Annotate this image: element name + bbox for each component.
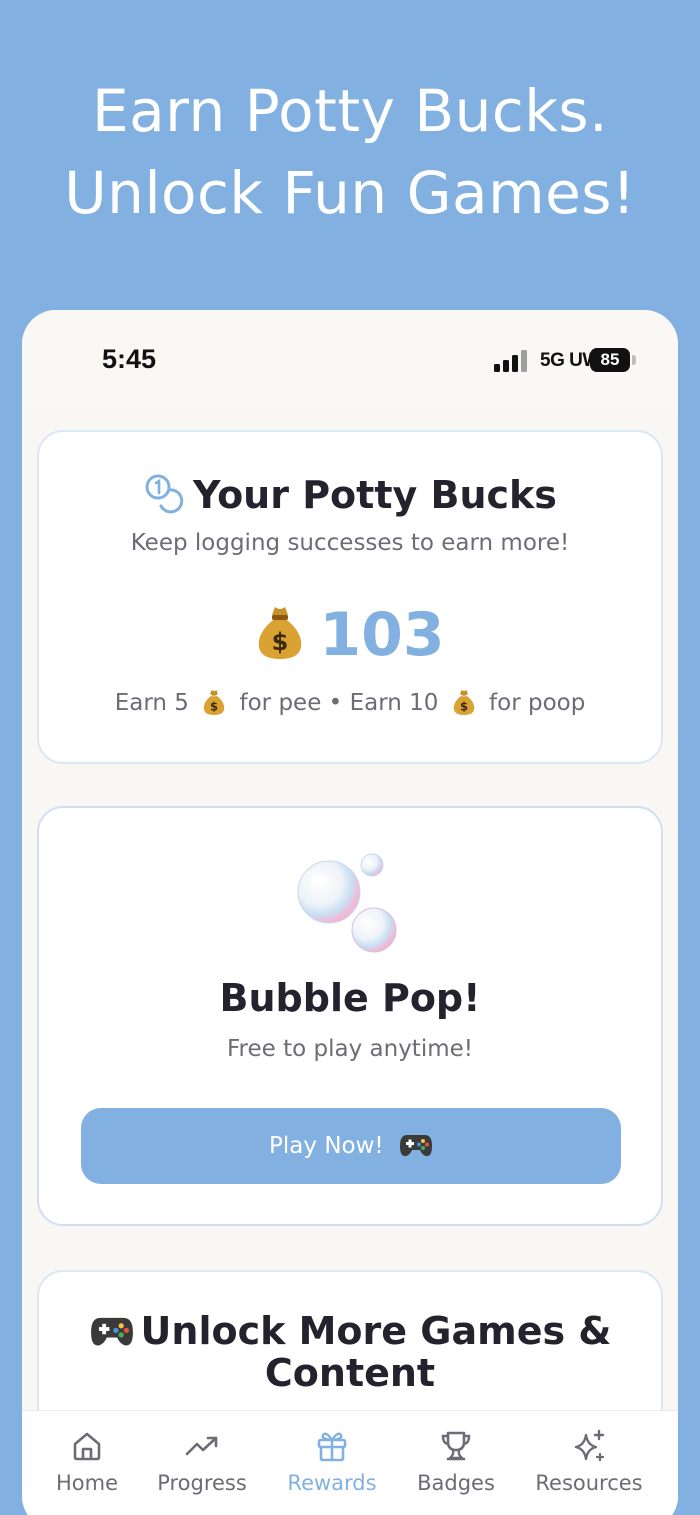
potty-bucks-card: Your Potty Bucks Keep logging successes … [37,430,663,764]
battery-level: 85 [600,350,620,369]
unlock-title-line-1: Unlock More Games & [140,1309,612,1353]
bottom-tab-bar: Home Progress Rewards Badges Resources [22,1410,678,1515]
svg-text:$: $ [460,700,468,714]
tab-progress-label: Progress [157,1471,247,1495]
unlock-title-line-2: Content [264,1351,436,1395]
cellular-signal-icon [494,350,528,372]
status-bar: 5:45 5G UW 85 [22,310,678,410]
rule-poop-suffix: for poop [489,690,586,716]
tab-badges-label: Badges [417,1471,495,1495]
potty-bucks-subtitle: Keep logging successes to earn more! [130,530,570,556]
game-controller-icon [90,1317,133,1346]
battery-cap [632,355,636,365]
headline-line-2: Unlock Fun Games! [64,159,636,227]
bubbles-icon [297,853,397,953]
money-bag-icon: $ [259,607,302,659]
tab-home-label: Home [55,1471,118,1495]
balance-value: 103 [319,600,445,670]
potty-bucks-title: Your Potty Bucks [193,473,557,517]
tab-rewards-label: Rewards [287,1471,377,1495]
tab-resources[interactable]: Resources [524,1429,654,1495]
play-now-button[interactable]: Play Now! [81,1108,621,1184]
rule-pee-suffix: for pee [239,690,322,716]
money-bag-icon: $ [204,690,225,715]
svg-text:$: $ [272,628,289,656]
phone-screen: 5:45 5G UW 85 Your Potty Bucks Keep logg… [22,310,678,1515]
status-time: 5:45 [102,344,157,374]
unlock-more-heading: Unlock More Games & Content [69,1310,631,1394]
rule-poop-prefix: Earn 10 [349,690,439,716]
money-bag-icon: $ [453,690,474,715]
svg-text:$: $ [210,700,218,714]
rule-separator: • [328,690,343,716]
tab-badges[interactable]: Badges [391,1429,521,1495]
game-controller-icon [399,1135,432,1157]
trophy-icon [441,1431,471,1461]
tab-home[interactable]: Home [22,1429,152,1495]
rule-pee-prefix: Earn 5 [114,690,189,716]
home-icon [73,1432,101,1461]
battery-icon: 85 [590,348,630,372]
tab-rewards[interactable]: Rewards [267,1429,397,1495]
tab-progress[interactable]: Progress [137,1429,267,1495]
bubble-pop-card: Bubble Pop! Free to play anytime! Play N… [37,806,663,1226]
potty-bucks-heading: Your Potty Bucks [39,472,661,517]
gift-icon [317,1432,347,1462]
marketing-headline: Earn Potty Bucks. Unlock Fun Games! [0,70,700,234]
trending-up-icon [185,1436,218,1456]
earn-rules: Earn 5 $ for pee • Earn 10 $ for poop [39,688,661,716]
game-title: Bubble Pop! [219,976,481,1020]
headline-line-1: Earn Potty Bucks. [91,77,609,145]
sparkles-icon [574,1429,605,1462]
game-subtitle: Free to play anytime! [227,1036,473,1062]
play-now-label: Play Now! [269,1133,384,1159]
potty-bucks-balance: $ 103 [39,600,661,670]
coins-icon [145,474,184,514]
tab-resources-label: Resources [535,1471,643,1495]
